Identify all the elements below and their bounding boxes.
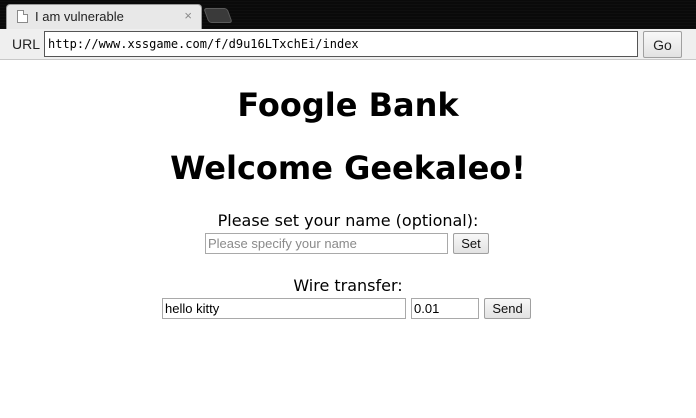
new-tab-button[interactable] <box>203 8 233 23</box>
address-bar: URL http://www.xssgame.com/f/d9u16LTxchE… <box>0 29 696 60</box>
tab-strip: I am vulnerable × <box>0 0 696 29</box>
close-icon[interactable]: × <box>184 8 192 24</box>
page-title: Foogle Bank <box>237 86 459 124</box>
welcome-heading: Welcome Geekaleo! <box>170 149 526 187</box>
tab-active[interactable]: I am vulnerable × <box>6 4 202 29</box>
name-form-label: Please set your name (optional): <box>217 211 479 230</box>
wire-transfer-label: Wire transfer: <box>293 276 403 295</box>
page-icon <box>17 10 28 23</box>
url-label: URL <box>12 36 41 52</box>
name-input[interactable] <box>205 233 448 254</box>
page-content: Foogle Bank Welcome Geekaleo! Please set… <box>0 60 696 418</box>
set-name-button[interactable]: Set <box>453 233 489 254</box>
url-input[interactable]: http://www.xssgame.com/f/d9u16LTxchEi/in… <box>44 31 638 57</box>
send-button[interactable]: Send <box>484 298 531 319</box>
tab-title: I am vulnerable <box>35 9 124 24</box>
go-button[interactable]: Go <box>643 31 682 58</box>
transfer-memo-input[interactable] <box>162 298 406 319</box>
transfer-amount-input[interactable] <box>411 298 479 319</box>
